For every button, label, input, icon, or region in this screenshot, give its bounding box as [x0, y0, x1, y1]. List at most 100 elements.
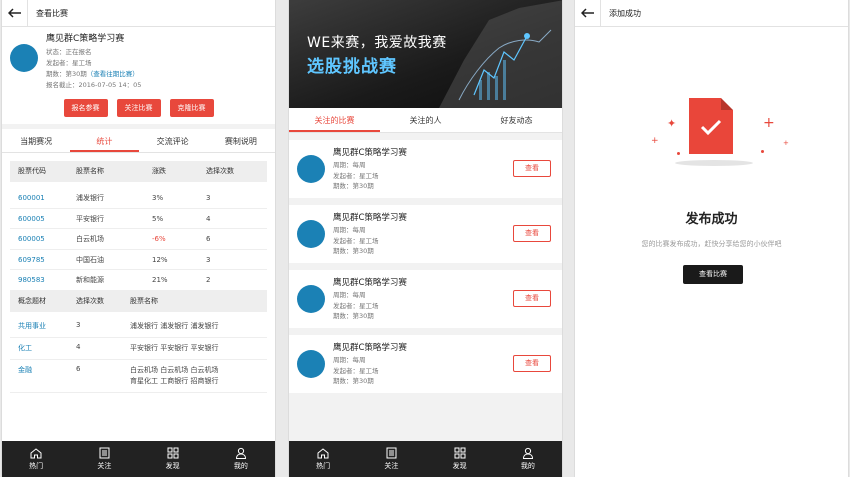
plus-icon: +	[763, 115, 775, 131]
tab-followed-people[interactable]: 关注的人	[380, 108, 471, 132]
user-icon	[235, 447, 246, 459]
stock-code[interactable]: 609785	[10, 250, 76, 270]
dot-icon	[677, 152, 680, 155]
tab-followed-contests[interactable]: 关注的比赛	[289, 108, 380, 132]
following-tabs: 关注的比赛 关注的人 好友动态	[289, 108, 562, 133]
avatar	[297, 350, 325, 378]
list-icon	[386, 447, 397, 459]
view-button[interactable]: 查看	[513, 225, 551, 242]
publish-success-screen: 添加成功 ✦ + + + 发布成功 您的比赛发布成功，赶快分享给您的小伙伴吧 查…	[574, 0, 849, 477]
stock-table-header: 股票代码 股票名称 涨跌 选择次数	[10, 161, 267, 182]
col-concept: 概念题材	[18, 296, 46, 305]
tab-current[interactable]: 当期赛况	[2, 131, 70, 152]
contest-cycle: 周期：每周	[333, 226, 366, 235]
stock-count: 3	[206, 255, 211, 264]
view-button[interactable]: 查看	[513, 160, 551, 177]
follow-contest-button[interactable]: 关注比赛	[116, 99, 161, 117]
contest-period: 期数：第30期（查看往期比赛）	[46, 69, 141, 80]
list-item[interactable]: 鹰见群C策略学习赛 周期：每周 发起者：星工场 期数：第30期 查看	[289, 140, 562, 198]
bottom-tabbar: 热门 关注 发现 我的	[289, 441, 562, 477]
stock-count: 2	[206, 276, 211, 284]
tabbar-follow[interactable]: 关注	[70, 441, 138, 477]
tab-statistics[interactable]: 统计	[70, 131, 139, 152]
list-icon	[99, 447, 110, 459]
user-icon	[522, 447, 533, 459]
success-subtitle: 您的比赛发布成功，赶快分享给您的小伙伴吧	[641, 240, 782, 248]
home-icon	[30, 447, 42, 458]
contest-name: 鹰见群C策略学习赛	[333, 278, 407, 289]
tabbar-mine[interactable]: 我的	[494, 441, 562, 477]
stock-table: 股票代码 股票名称 涨跌 选择次数 600001 浦发银行 3% 3 60000…	[10, 161, 267, 393]
tabbar-follow[interactable]: 关注	[357, 441, 425, 477]
concept-name[interactable]: 共用事业	[10, 321, 76, 332]
tabbar-mine[interactable]: 我的	[207, 441, 275, 477]
stock-change: 3%	[152, 194, 164, 202]
concept-stocks: 浦发银行 浦发银行 浦发银行	[130, 321, 219, 330]
back-arrow-icon	[7, 8, 21, 18]
table-row: 609785 中国石油 12% 3	[10, 250, 267, 270]
tabbar-label: 关注	[97, 462, 112, 470]
promo-banner[interactable]: WE来赛，我爱故我赛 选股挑战赛	[289, 0, 562, 108]
concept-count: 6	[76, 364, 81, 373]
stock-code[interactable]: 600005	[10, 229, 76, 249]
stock-code[interactable]: 980583	[10, 270, 76, 290]
contest-initiator: 发起者：星工场	[46, 59, 92, 67]
tab-comments[interactable]: 交流评论	[139, 131, 207, 152]
tabbar-label: 热门	[316, 461, 331, 470]
view-contest-button[interactable]: 查看比赛	[683, 265, 743, 284]
avatar	[297, 220, 325, 248]
header-title: 添加成功	[609, 8, 641, 18]
contest-period: 期数：第30期	[333, 377, 374, 386]
table-row: 金融 6 白云机场 白云机场 白云机场 育星化工 工商银行 招商银行	[10, 360, 267, 393]
contest-cycle: 周期：每周	[333, 161, 366, 170]
tabbar-discover[interactable]: 发现	[139, 441, 207, 477]
stock-change: 5%	[152, 214, 164, 223]
stock-change: -6%	[152, 235, 166, 243]
tab-friend-activity[interactable]: 好友动态	[471, 108, 562, 132]
table-row: 600001 浦发银行 3% 3	[10, 188, 267, 209]
contest-period: 期数：第30期	[333, 312, 374, 321]
tabbar-hot[interactable]: 热门	[2, 441, 70, 477]
table-row: 共用事业 3 浦发银行 浦发银行 浦发银行	[10, 316, 267, 338]
bottom-tabbar: 热门 关注 发现 我的	[2, 441, 275, 477]
clone-contest-button[interactable]: 克隆比赛	[169, 99, 214, 117]
join-contest-button[interactable]: 报名参赛	[63, 99, 108, 117]
concept-stocks: 平安银行 平安银行 平安银行	[130, 343, 219, 352]
tab-rules[interactable]: 赛制说明	[207, 131, 275, 152]
stock-code[interactable]: 600001	[10, 188, 76, 208]
contest-name: 鹰见群C策略学习赛	[333, 343, 407, 354]
header-title: 查看比赛	[36, 8, 68, 18]
stock-name: 中国石油	[76, 255, 104, 264]
avatar	[297, 285, 325, 313]
success-title: 发布成功	[685, 212, 738, 227]
col-count: 选择次数	[206, 167, 234, 175]
list-item[interactable]: 鹰见群C策略学习赛 周期：每周 发起者：星工场 期数：第30期 查看	[289, 270, 562, 328]
list-item[interactable]: 鹰见群C策略学习赛 周期：每周 发起者：星工场 期数：第30期 查看	[289, 335, 562, 393]
view-button[interactable]: 查看	[513, 355, 551, 372]
banner-title: 选股挑战赛	[307, 57, 397, 77]
tabbar-label: 热门	[29, 461, 44, 470]
sparkle-icon: ✦	[667, 117, 677, 130]
header: 查看比赛	[2, 0, 275, 27]
stock-code[interactable]: 600005	[10, 209, 76, 229]
back-button[interactable]	[575, 0, 601, 26]
tabbar-label: 发现	[452, 462, 467, 470]
tabbar-hot[interactable]: 热门	[289, 441, 357, 477]
col-concept-stocks: 股票名称	[130, 296, 158, 305]
tabbar-discover[interactable]: 发现	[426, 441, 494, 477]
back-button[interactable]	[2, 0, 28, 26]
concept-name[interactable]: 金融	[10, 365, 76, 387]
contest-list: 鹰见群C策略学习赛 周期：每周 发起者：星工场 期数：第30期 查看 鹰见群C策…	[289, 133, 562, 442]
contest-profile: 鹰见群C策略学习赛 状态：正在报名 发起者：星工场 期数：第30期（查看往期比赛…	[2, 27, 275, 93]
tabbar-label: 发现	[165, 462, 180, 470]
past-contests-link[interactable]: （查看往期比赛）	[87, 70, 139, 78]
concept-name[interactable]: 化工	[10, 343, 76, 354]
grid-icon	[454, 447, 466, 459]
list-item[interactable]: 鹰见群C策略学习赛 周期：每周 发起者：星工场 期数：第30期 查看	[289, 205, 562, 263]
screens-canvas: 查看比赛 鹰见群C策略学习赛 状态：正在报名 发起者：星工场 期数：第30期（查…	[0, 0, 850, 477]
contest-detail-screen: 查看比赛 鹰见群C策略学习赛 状态：正在报名 发起者：星工场 期数：第30期（查…	[1, 0, 276, 477]
view-button[interactable]: 查看	[513, 290, 551, 307]
action-buttons: 报名参赛 关注比赛 克隆比赛	[2, 93, 275, 129]
stock-name: 白云机场	[76, 235, 104, 243]
col-name: 股票名称	[76, 167, 104, 175]
